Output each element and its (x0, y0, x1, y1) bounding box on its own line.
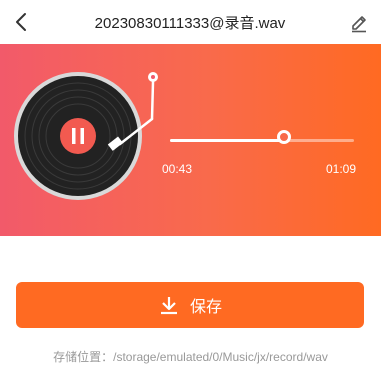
download-icon (160, 297, 177, 315)
header-bar: 20230830111333@录音.wav (0, 0, 381, 44)
player-panel: 00:43 01:09 (0, 44, 381, 236)
current-time: 00:43 (162, 162, 193, 176)
chevron-left-icon[interactable] (12, 11, 32, 33)
seek-bar-progress (170, 139, 285, 142)
pause-button[interactable] (60, 118, 96, 154)
storage-path: 存储位置：/storage/emulated/0/Music/jx/record… (53, 350, 328, 364)
seek-bar[interactable] (170, 139, 354, 142)
page-title: 20230830111333@录音.wav (94, 15, 286, 32)
seek-thumb[interactable] (277, 130, 292, 144)
save-label: 保存 (189, 299, 222, 316)
total-time: 01:09 (325, 162, 356, 176)
save-button[interactable]: 保存 (16, 282, 364, 328)
pencil-icon[interactable] (349, 11, 369, 33)
pause-icon (72, 128, 76, 144)
